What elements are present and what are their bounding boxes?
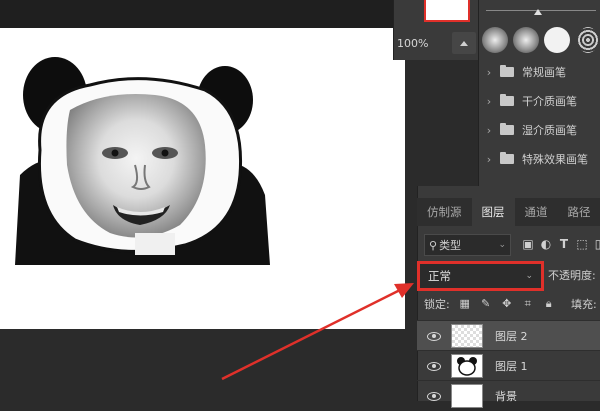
chevron-right-icon: ›	[482, 153, 496, 166]
tab-paths[interactable]: 路径	[558, 198, 600, 226]
brush-folder[interactable]: › 常规画笔	[480, 59, 600, 85]
lock-artboard-icon[interactable]: ⌗	[522, 298, 534, 310]
zoom-mountain-icon[interactable]	[452, 32, 476, 54]
shape-filter-icon[interactable]: ⬚	[576, 238, 588, 250]
layer-filter-select[interactable]: ⚲ 类型 ⌄	[424, 234, 511, 256]
tab-channels[interactable]: 通道	[515, 198, 558, 226]
zoom-level[interactable]: 100%	[397, 37, 428, 50]
fill-label: 填充:	[571, 296, 597, 312]
blend-mode-value: 正常	[428, 268, 451, 284]
filter-label: 类型	[439, 237, 461, 253]
chevron-right-icon: ›	[482, 124, 496, 137]
slider-handle-icon[interactable]	[534, 9, 542, 15]
smart-object-filter-icon[interactable]: ▯	[592, 238, 600, 250]
folder-icon	[500, 96, 514, 106]
search-icon: ⚲	[429, 239, 437, 252]
layer-row[interactable]: 图层 1	[417, 350, 600, 381]
layer-row[interactable]: 图层 2	[417, 320, 600, 351]
folder-label: 特殊效果画笔	[522, 151, 588, 167]
lock-row: 锁定: ▦ ✎ ✥ ⌗ 🔒︎	[424, 296, 555, 312]
layer-name[interactable]: 图层 1	[495, 358, 528, 374]
panda-meme-image	[15, 55, 270, 270]
image-filter-icon[interactable]: ▣	[522, 238, 534, 250]
lock-transparent-icon[interactable]: ▦	[459, 298, 471, 310]
hard-brush-tip[interactable]	[544, 27, 570, 53]
layer-thumbnail	[451, 354, 483, 378]
brush-folder[interactable]: › 特殊效果画笔	[480, 146, 600, 172]
layer-thumbnail	[451, 384, 483, 408]
layer-row[interactable]: 背景	[417, 380, 600, 411]
lock-position-icon[interactable]: ✥	[501, 298, 513, 310]
visibility-eye-icon[interactable]	[427, 332, 441, 341]
tab-clone-source[interactable]: 仿制源	[417, 198, 472, 226]
visibility-eye-icon[interactable]	[427, 392, 441, 401]
type-filter-icon[interactable]: T	[558, 238, 570, 250]
lock-all-icon[interactable]: 🔒︎	[543, 298, 555, 310]
soft-brush-tip[interactable]	[482, 27, 508, 53]
workspace-top-strip	[0, 0, 395, 28]
layer-name[interactable]: 图层 2	[495, 328, 528, 344]
soft-brush-tip-2[interactable]	[513, 27, 539, 53]
folder-label: 湿介质画笔	[522, 122, 577, 138]
adjustment-filter-icon[interactable]: ◐	[540, 238, 552, 250]
layer-name[interactable]: 背景	[495, 388, 517, 404]
folder-label: 常规画笔	[522, 64, 566, 80]
visibility-eye-icon[interactable]	[427, 362, 441, 371]
chevron-down-icon: ⌄	[498, 240, 506, 250]
panel-tab-bar: 仿制源 图层 通道 路径	[417, 198, 600, 226]
folder-icon	[500, 125, 514, 135]
brush-folder[interactable]: › 干介质画笔	[480, 88, 600, 114]
opacity-label: 不透明度:	[548, 267, 596, 283]
panda-thumbnail-icon	[452, 355, 482, 377]
lock-label: 锁定:	[424, 296, 450, 312]
texture-brush-tip[interactable]	[578, 27, 598, 53]
chevron-down-icon: ⌄	[525, 271, 533, 281]
folder-icon	[500, 154, 514, 164]
blend-mode-select[interactable]: 正常 ⌄	[417, 261, 544, 291]
brush-folder[interactable]: › 湿介质画笔	[480, 117, 600, 143]
navigator-view-box[interactable]	[424, 0, 470, 22]
tab-layers[interactable]: 图层	[472, 198, 515, 226]
folder-label: 干介质画笔	[522, 93, 577, 109]
chevron-right-icon: ›	[482, 66, 496, 79]
folder-icon	[500, 67, 514, 77]
lock-image-brush-icon[interactable]: ✎	[480, 298, 492, 310]
layer-thumbnail	[451, 324, 483, 348]
chevron-right-icon: ›	[482, 95, 496, 108]
